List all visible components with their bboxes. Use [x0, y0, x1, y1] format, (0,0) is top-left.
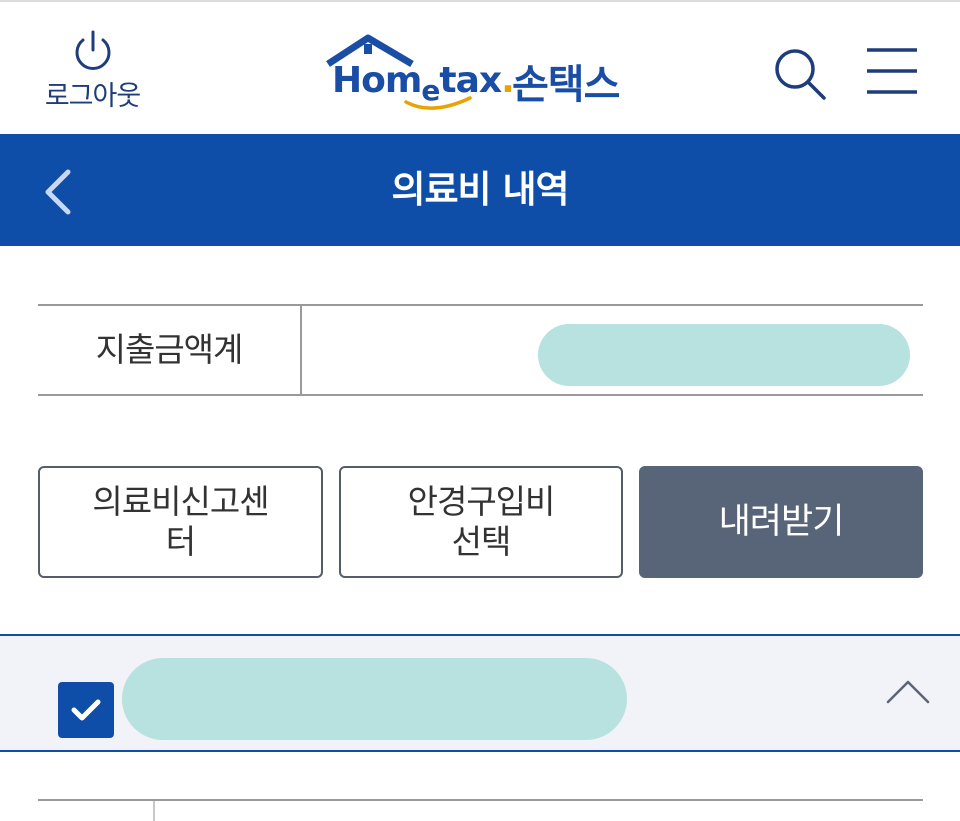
title-bar: 의료비 내역: [0, 134, 960, 246]
download-label: 내려받기: [718, 502, 845, 542]
hamburger-menu-icon: [867, 48, 917, 94]
logo-wordmark-e: e: [421, 74, 440, 107]
power-icon: [75, 30, 110, 70]
collapse-toggle[interactable]: [884, 676, 932, 708]
menu-button[interactable]: [865, 46, 919, 96]
redacted-accordion-title: [122, 658, 627, 740]
hometax-logo[interactable]: Hometax. 손택스: [320, 30, 650, 120]
logo-wordmark-tax: tax: [439, 60, 502, 101]
page-title: 의료비 내역: [391, 168, 569, 211]
total-expense-label: 지출금액계: [38, 306, 302, 394]
redacted-total-amount: [538, 324, 910, 386]
checkmark-icon: [71, 699, 101, 721]
back-button[interactable]: [40, 168, 80, 216]
search-button[interactable]: [772, 46, 828, 102]
app-header: 로그아웃 Hometax. 손택스: [0, 2, 960, 134]
select-checkbox[interactable]: [58, 682, 114, 738]
logout-button[interactable]: 로그아웃: [30, 30, 155, 115]
logo-sontax-text: 손택스: [512, 62, 620, 108]
detail-table-divider: [153, 801, 155, 821]
glasses-purchase-select-label: 안경구입비 선택: [407, 482, 556, 561]
glasses-purchase-select-button[interactable]: 안경구입비 선택: [339, 466, 623, 578]
accordion-row[interactable]: [0, 634, 960, 752]
medical-report-center-button[interactable]: 의료비신고센 터: [38, 466, 323, 578]
download-button[interactable]: 내려받기: [639, 466, 923, 578]
search-icon: [775, 49, 826, 100]
medical-report-center-label: 의료비신고센 터: [92, 482, 269, 561]
total-expense-row: 지출금액계: [38, 304, 923, 396]
logout-label: 로그아웃: [44, 81, 141, 112]
logo-wordmark-main: Hom: [332, 60, 422, 101]
detail-table-top-border: [38, 799, 923, 801]
chevron-left-icon: [45, 169, 71, 215]
logo-wordmark: Hometax.: [332, 60, 515, 107]
chevron-up-icon: [886, 680, 930, 704]
